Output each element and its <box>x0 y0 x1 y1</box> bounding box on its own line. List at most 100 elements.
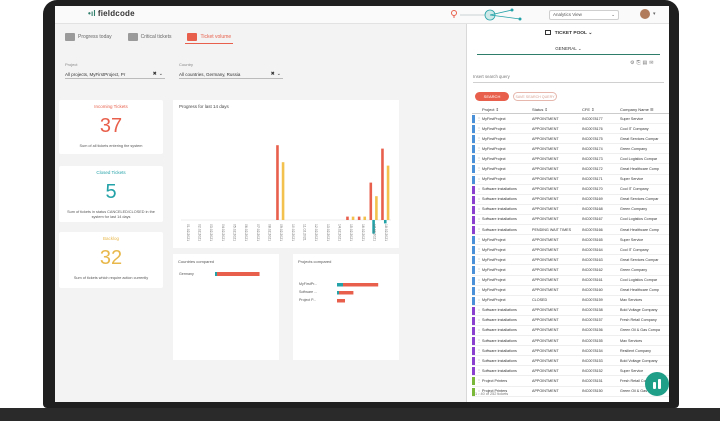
tab-label: Ticket volume <box>200 33 232 40</box>
table-row[interactable]: ⋮ Software installations APPOINTMENT INC007… <box>472 205 669 215</box>
table-row[interactable]: ⋮ Software installations APPOINTMENT INC007… <box>472 346 669 357</box>
critical-icon <box>127 33 138 41</box>
bar-backlog <box>281 162 285 220</box>
more-options-icon[interactable]: ⋮ <box>477 217 481 222</box>
more-options-icon[interactable]: ⋮ <box>477 318 481 323</box>
more-options-icon[interactable]: ⋮ <box>477 177 481 182</box>
projects-compared-panel: Projects compared MyFirstPr... Software … <box>293 254 399 360</box>
more-options-icon[interactable]: ⋮ <box>477 156 481 161</box>
table-row[interactable]: ⋮ MyFirstProject APPOINTMENT INC0078172 Grea… <box>472 164 669 175</box>
more-options-icon[interactable]: ⋮ <box>477 288 481 293</box>
table-row[interactable]: ⋮ Software installations PENDING WAIT TIME… <box>472 225 669 236</box>
x-tick-label: 10.02.2021 <box>291 224 295 241</box>
workflow-nav-icon[interactable] <box>450 8 534 22</box>
more-options-icon[interactable]: ⋮ <box>477 166 481 171</box>
more-options-icon[interactable]: ⋮ <box>477 328 481 333</box>
more-options-icon[interactable]: ⋮ <box>477 207 481 212</box>
table-row[interactable]: ⋮ MyFirstProject APPOINTMENT INC0078164 Cool… <box>472 245 669 256</box>
table-row[interactable]: ⋮ MyFirstProject APPOINTMENT INC0078161 Cool… <box>472 276 669 286</box>
table-row[interactable]: ⋮ MyFirstProject CLOSED INC0078159 Max Servi… <box>472 296 669 306</box>
project-select[interactable]: All projects, MyFirstProject, Pr ✖⌄ <box>65 70 165 79</box>
more-options-icon[interactable]: ⋮ <box>477 298 481 303</box>
table-row[interactable]: ⋮ Software installations APPOINTMENT INC007… <box>472 306 669 316</box>
table-row[interactable]: ⋮ MyFirstProject APPOINTMENT INC0078165 Supe… <box>472 235 669 246</box>
table-row[interactable]: ⋮ MyFirstProject APPOINTMENT INC0078174 Gree… <box>472 144 669 155</box>
progress-chart-panel: Progress for last 14 days 01.02.2021 02.0… <box>173 100 399 248</box>
view-dropdown[interactable]: GENERAL ⌄ <box>467 46 669 52</box>
x-tick-label: 01.02.2021 <box>186 224 190 241</box>
more-options-icon[interactable]: ⋮ <box>477 146 481 151</box>
more-options-icon[interactable]: ⋮ <box>477 358 481 363</box>
column-header-company[interactable]: Company Name ☰ <box>620 107 669 112</box>
more-options-icon[interactable]: ⋮ <box>477 378 481 383</box>
more-options-icon[interactable]: ⋮ <box>477 348 481 353</box>
more-options-icon[interactable]: ⋮ <box>477 257 481 262</box>
table-row[interactable]: ⋮ Software installations APPOINTMENT INC007… <box>472 215 669 226</box>
table-row[interactable]: ⋮ Software installations APPOINTMENT INC007… <box>472 356 669 367</box>
more-options-icon[interactable]: ⋮ <box>477 267 481 272</box>
search-button[interactable]: SEARCH <box>475 92 509 101</box>
toolbar-icons[interactable]: ⚙⎘▤✉ <box>630 60 655 66</box>
table-row[interactable]: ⋮ Software installations APPOINTMENT INC007… <box>472 195 669 205</box>
country-select[interactable]: All countries, Germany, Russia ✖⌄ <box>179 70 283 79</box>
ticket-pool-header[interactable]: TICKET POOL ⌄ <box>467 30 669 36</box>
table-row[interactable]: ⋮ Software installations APPOINTMENT INC007… <box>472 326 669 337</box>
table-row[interactable]: ⋮ Software installations APPOINTMENT INC007… <box>472 336 669 347</box>
assistant-fab[interactable] <box>645 372 669 396</box>
bar-incoming <box>369 182 373 220</box>
project-color-stripe <box>472 226 475 235</box>
cell-company: Cool Logistics Compar <box>620 278 658 282</box>
project-color-stripe <box>472 175 475 184</box>
cell-cfe: INC0078172 <box>582 166 603 171</box>
more-options-icon[interactable]: ⋮ <box>477 116 481 121</box>
view-selector-label: Analytics View <box>553 12 582 17</box>
table-row[interactable]: ⋮ Software installations APPOINTMENT INC007… <box>472 185 669 195</box>
table-row[interactable]: ⋮ Software installations APPOINTMENT INC007… <box>472 366 669 377</box>
app-logo[interactable]: •ıl fieldcode <box>88 9 135 18</box>
more-options-icon[interactable]: ⋮ <box>477 126 481 131</box>
save-search-button[interactable]: SAVE SEARCH QUERY <box>513 92 557 101</box>
more-options-icon[interactable]: ⋮ <box>477 278 481 283</box>
table-row[interactable]: ⋮ Project Printers APPOINTMENT INC0078151 Fr… <box>472 376 669 387</box>
table-row[interactable]: ⋮ Software installations APPOINTMENT INC007… <box>472 316 669 326</box>
table-row[interactable]: ⋮ MyFirstProject APPOINTMENT INC0078162 Gree… <box>472 265 669 276</box>
table-row[interactable]: ⋮ MyFirstProject APPOINTMENT INC0078176 Cool… <box>472 124 669 135</box>
clear-chevron-icon[interactable]: ✖⌄ <box>271 71 283 77</box>
top-bar: •ıl fieldcode Analytics View ⌄ ▾ <box>55 6 669 24</box>
more-options-icon[interactable]: ⋮ <box>477 308 481 313</box>
table-row[interactable]: ⋮ MyFirstProject APPOINTMENT INC0078160 Grea… <box>472 286 669 296</box>
search-input[interactable]: Insert search query <box>473 74 664 83</box>
clear-chevron-icon[interactable]: ✖⌄ <box>153 71 165 77</box>
x-tick-label: 08.02.2021 <box>268 224 272 241</box>
column-header-status[interactable]: Status ⇕ <box>532 107 580 112</box>
table-row[interactable]: ⋮ MyFirstProject APPOINTMENT INC0078171 Supe… <box>472 175 669 185</box>
more-options-icon[interactable]: ⋮ <box>477 368 481 373</box>
table-row[interactable]: ⋮ MyFirstProject APPOINTMENT INC0078177 Supe… <box>472 114 669 125</box>
avatar[interactable] <box>640 9 650 19</box>
table-row[interactable]: ⋮ MyFirstProject APPOINTMENT INC0078173 Cool… <box>472 154 669 165</box>
avatar-chevron-icon[interactable]: ▾ <box>653 11 656 17</box>
more-options-icon[interactable]: ⋮ <box>477 247 481 252</box>
tab-critical-tickets[interactable]: Critical tickets <box>126 30 174 44</box>
cell-status: APPOINTMENT <box>532 267 559 272</box>
cell-cfe: INC0078159 <box>582 298 603 303</box>
more-options-icon[interactable]: ⋮ <box>477 197 481 202</box>
cell-cfe: INC0078161 <box>582 278 603 282</box>
more-options-icon[interactable]: ⋮ <box>477 237 481 242</box>
cell-company: Great Services Compar <box>620 197 659 202</box>
project-color-stripe <box>472 266 475 275</box>
cell-company: Fresh Retail Company <box>620 318 657 323</box>
more-options-icon[interactable]: ⋮ <box>477 338 481 343</box>
more-options-icon[interactable]: ⋮ <box>477 187 481 192</box>
more-options-icon[interactable]: ⋮ <box>477 227 481 232</box>
more-options-icon[interactable]: ⋮ <box>477 136 481 141</box>
cell-company: Great Services Compar <box>620 257 659 262</box>
view-selector[interactable]: Analytics View ⌄ <box>549 10 619 20</box>
column-header-cfe[interactable]: CFE ⇕ <box>582 107 618 112</box>
table-row[interactable]: ⋮ MyFirstProject APPOINTMENT INC0078175 Grea… <box>472 134 669 145</box>
tab-progress-today[interactable]: Progress today <box>63 30 114 44</box>
column-header-project[interactable]: Project ⇕ <box>482 107 532 112</box>
tab-ticket-volume[interactable]: Ticket volume <box>185 30 234 44</box>
table-row[interactable]: ⋮ MyFirstProject APPOINTMENT INC0078163 Grea… <box>472 255 669 266</box>
cell-company: Great Healthcare Comp <box>620 227 659 232</box>
